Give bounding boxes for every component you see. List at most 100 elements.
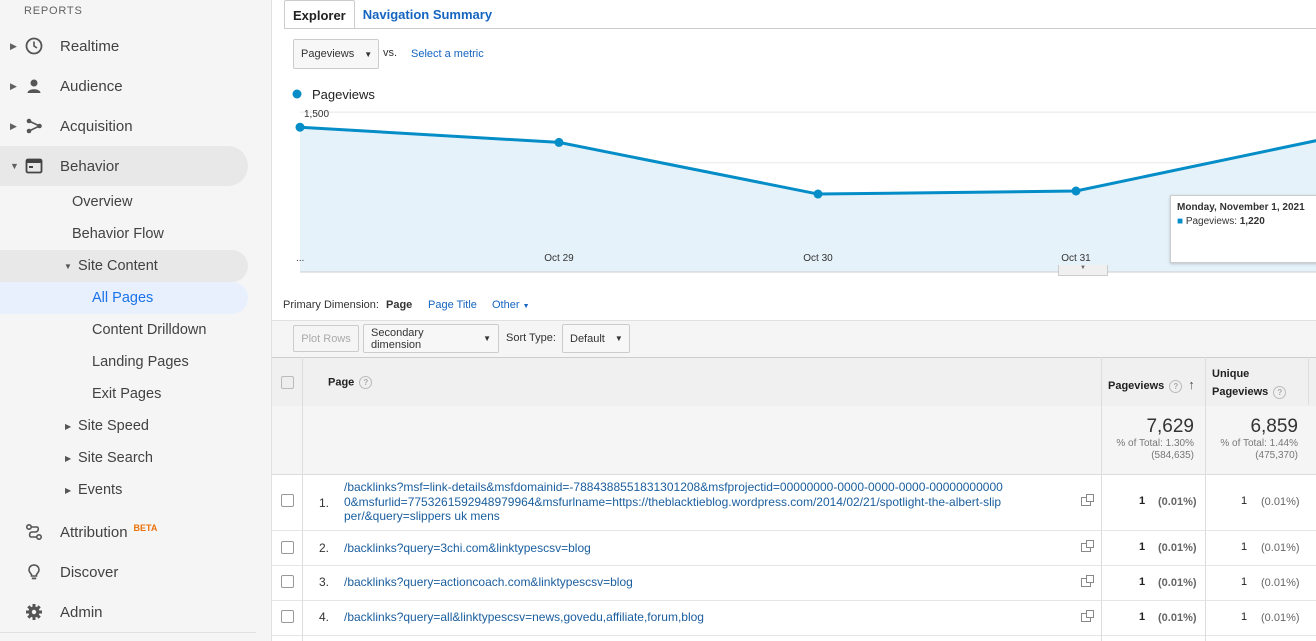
divider [1205,357,1206,641]
row-checkbox[interactable] [281,541,294,554]
open-external-icon[interactable] [1081,494,1094,506]
row-index: 4. [319,610,330,624]
nav-discover[interactable]: Discover [0,552,248,592]
row-checkbox[interactable] [281,494,294,507]
nav-site-speed[interactable]: ▶ Site Speed [0,410,248,442]
acquisition-icon [24,116,44,136]
metric-dropdown[interactable]: Pageviews ▼ [293,39,379,69]
nav-label: Behavior [60,157,120,175]
beta-badge: BETA [133,522,158,533]
nav-events[interactable]: ▶ Events [0,474,248,506]
legend-swatch [292,89,302,99]
nav-label: Content Drilldown [92,322,207,338]
behavior-icon [24,156,44,176]
expand-caret-icon[interactable]: ▶ [65,422,71,431]
dimension-page-title[interactable]: Page Title [428,299,477,311]
nav-audience[interactable]: ▶ Audience [0,66,248,106]
pageviews-percent: (0.01%) [1158,542,1197,554]
plot-rows-button[interactable]: Plot Rows [293,325,359,352]
divider [284,28,1316,29]
page-link[interactable]: /backlinks?query=actioncoach.com&linktyp… [344,575,1004,590]
total-unique-percent: % of Total: 1.44% [1220,438,1298,449]
nav-acquisition[interactable]: ▶ Acquisition [0,106,248,146]
dimension-page[interactable]: Page [386,299,412,311]
table-row: 4. /backlinks?query=all&linktypescsv=new… [272,601,1316,636]
nav-attribution[interactable]: Attribution BETA [0,512,248,552]
nav-site-search[interactable]: ▶ Site Search [0,442,248,474]
nav-label: Discover [60,563,119,581]
x-tick-label: Oct 30 [803,253,833,264]
sort-type-value: Default [570,332,605,345]
chart-resize-handle[interactable]: ▼ [1058,265,1108,276]
nav-label: All Pages [92,290,154,306]
sort-type-dropdown[interactable]: Default ▼ [562,324,630,353]
main-content: Explorer Navigation Summary Pageviews ▼ v… [272,0,1316,641]
unique-pageviews-percent: (0.01%) [1261,577,1300,589]
expand-caret-icon[interactable]: ▶ [10,121,17,132]
chart-tooltip: Monday, November 1, 2021 ■ Pageviews: 1,… [1170,195,1316,263]
person-icon [24,76,44,96]
unique-pageviews-percent: (0.01%) [1261,496,1300,508]
row-index: 1. [319,496,330,510]
tooltip-label: Pageviews: [1185,216,1237,227]
nav-label: Realtime [60,37,120,55]
tab-navigation-summary[interactable]: Navigation Summary [355,0,500,29]
open-external-icon[interactable] [1081,540,1094,552]
row-checkbox[interactable] [281,575,294,588]
nav-content-drilldown[interactable]: Content Drilldown [0,314,248,346]
nav-label: Site Content [78,258,158,274]
expand-caret-icon[interactable]: ▶ [10,81,17,92]
column-header-unique-pageviews[interactable]: Unique Pageviews? [1212,365,1287,401]
pageviews-percent: (0.01%) [1158,612,1197,624]
column-header-pageviews[interactable]: Pageviews? ↑ [1108,377,1195,393]
expand-caret-icon[interactable]: ▶ [65,454,71,463]
help-icon[interactable]: ? [359,376,373,389]
page-link[interactable]: /backlinks?query=3chi.com&linktypescsv=b… [344,541,1004,556]
help-icon[interactable]: ? [1169,379,1183,393]
dropdown-arrow-icon: ▼ [483,334,491,343]
secondary-dimension-label: Secondary dimension [371,326,424,351]
x-tick-label: Oct 31 [1061,253,1091,264]
dropdown-arrow-icon: ▼ [614,334,623,343]
dropdown-arrow-icon: ▼ [364,49,373,59]
expand-caret-icon[interactable]: ▶ [10,41,17,52]
nav-exit-pages[interactable]: Exit Pages [0,378,248,410]
select-all-checkbox[interactable] [281,376,294,389]
expand-caret-icon[interactable]: ▶ [65,486,71,495]
column-header-page[interactable]: Page? [328,376,373,389]
help-icon[interactable]: ? [1273,385,1287,399]
select-metric-link[interactable]: Select a metric [411,48,484,60]
pageviews-value: 1 [1139,495,1146,507]
dimension-other[interactable]: Other ▼ [492,299,530,311]
sidebar: REPORTS ▶ Realtime ▶ Audience ▶ Acquisit… [0,0,272,641]
data-point [295,122,305,132]
unique-pageviews-percent: (0.01%) [1261,612,1300,624]
unique-pageviews-value: 1 [1241,576,1248,588]
page-link[interactable]: /backlinks?msf=link-details&msfdomainid=… [344,480,1004,524]
tab-explorer[interactable]: Explorer [284,0,355,29]
nav-label: Overview [72,194,133,210]
open-external-icon[interactable] [1081,575,1094,587]
row-checkbox[interactable] [281,610,294,623]
page-link[interactable]: /backlinks?query=all&linktypescsv=news,g… [344,610,1004,625]
data-point [813,189,823,199]
nav-site-content[interactable]: ▼ Site Content [0,250,248,282]
collapse-caret-icon[interactable]: ▼ [10,161,19,171]
pageviews-value: 1 [1139,611,1146,623]
nav-all-pages[interactable]: All Pages [0,282,248,314]
pageviews-percent: (0.01%) [1158,496,1197,508]
nav-realtime[interactable]: ▶ Realtime [0,26,248,66]
collapse-caret-icon[interactable]: ▼ [64,262,72,271]
nav-admin[interactable]: Admin [0,592,248,632]
primary-dimension-label: Primary Dimension: [283,299,379,311]
nav-overview[interactable]: Overview [0,186,248,218]
secondary-dimension-dropdown[interactable]: Secondary dimension ▼ [363,324,499,353]
lightbulb-icon [24,562,44,582]
nav-behavior-flow[interactable]: Behavior Flow [0,218,248,250]
nav-landing-pages[interactable]: Landing Pages [0,346,248,378]
open-external-icon[interactable] [1081,610,1094,622]
nav-behavior[interactable]: ▼ Behavior [0,146,248,186]
total-unique-absolute: (475,370) [1255,450,1298,461]
sort-ascending-icon[interactable]: ↑ [1188,377,1195,392]
dropdown-arrow-icon: ▼ [522,303,530,310]
